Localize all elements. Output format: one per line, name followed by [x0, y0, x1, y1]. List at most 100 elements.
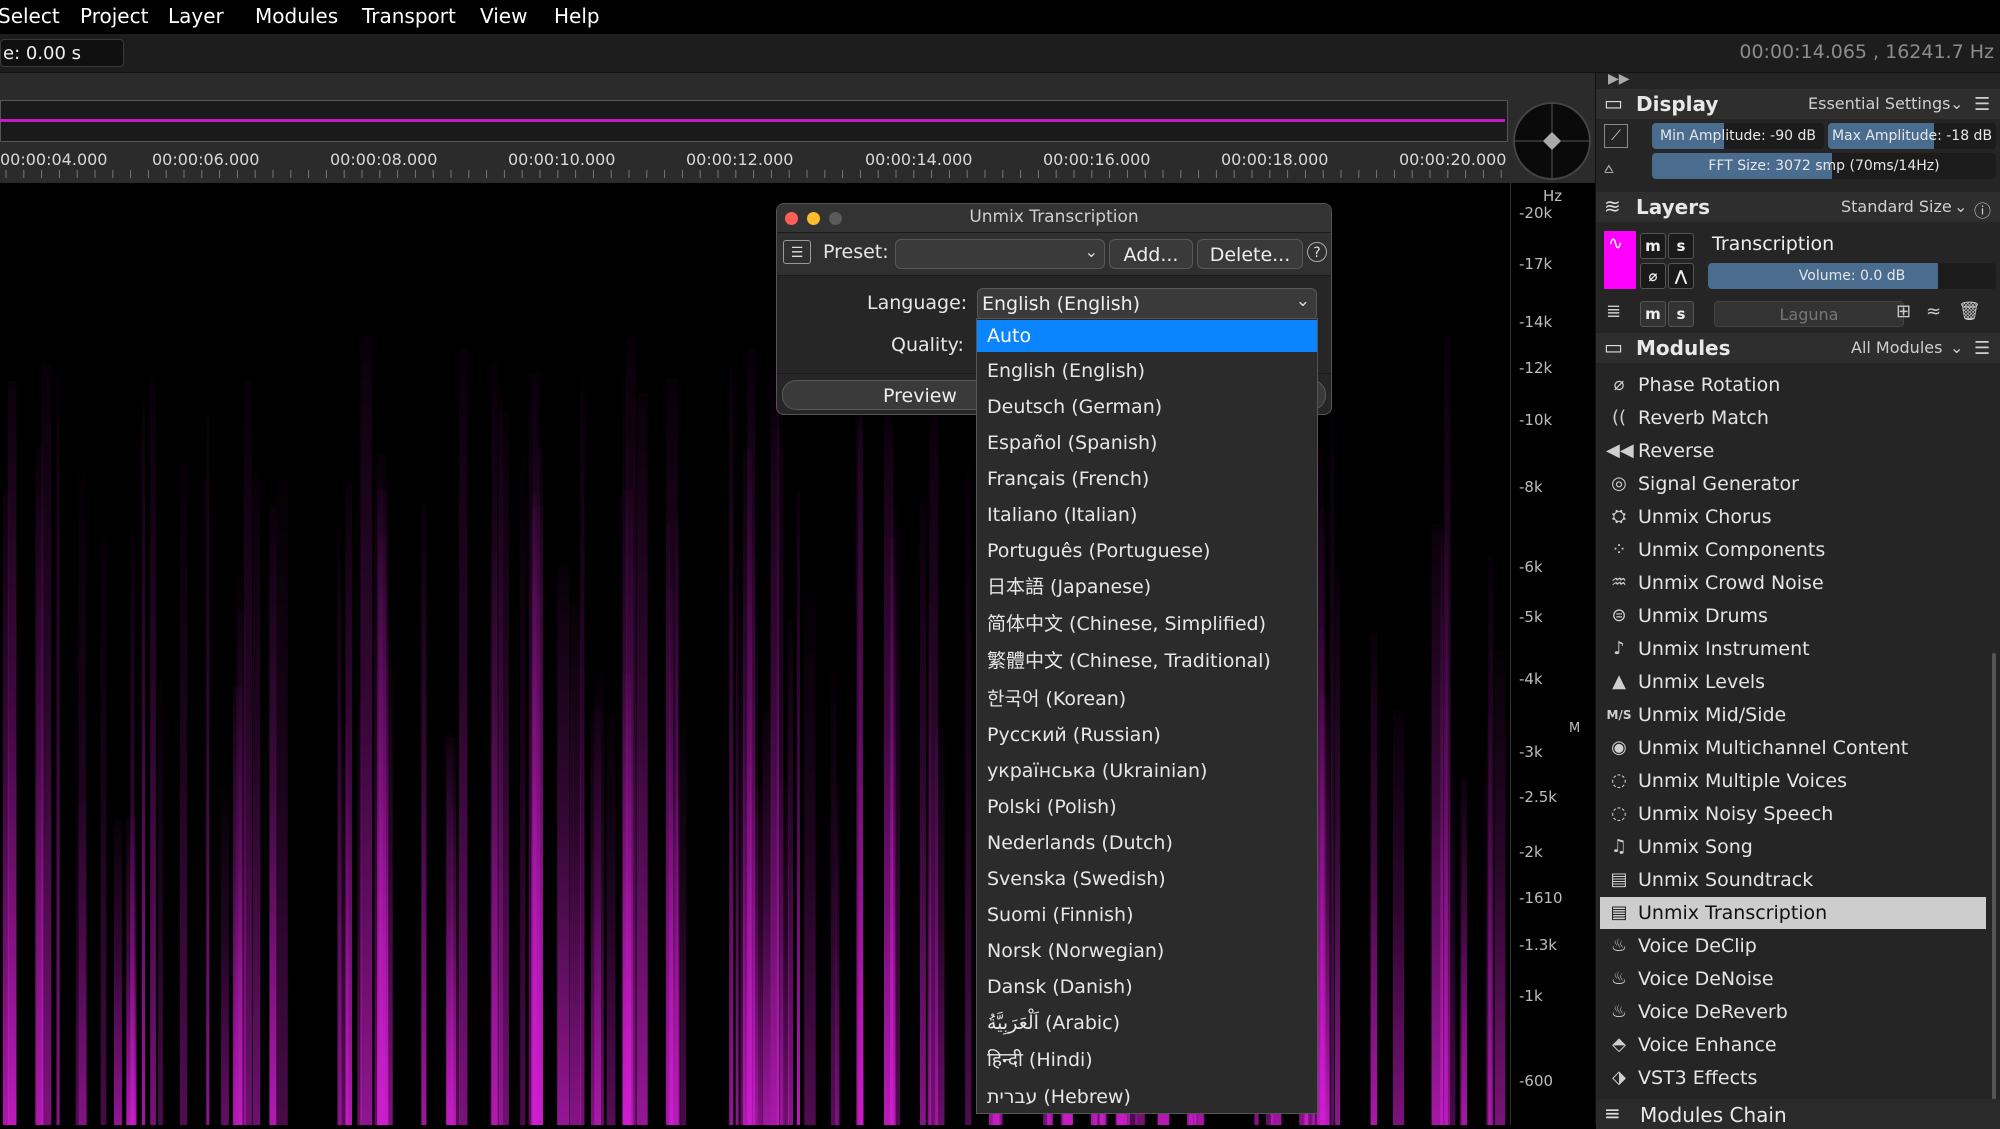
module-unmix-instrument[interactable]: ♪ Unmix Instrument — [1600, 633, 1986, 665]
layer-size-select[interactable]: Standard Size — [1841, 197, 1952, 216]
master-mute-button[interactable]: m — [1640, 301, 1666, 327]
layer-stack-icon[interactable]: ≣ — [1606, 301, 1621, 322]
module-voice-enhance[interactable]: ⬘ Voice Enhance — [1600, 1029, 1986, 1061]
trash-icon[interactable]: 🗑 — [1958, 301, 1981, 322]
laguna-select[interactable]: Laguna — [1714, 301, 1904, 327]
language-option[interactable]: English (English) — [977, 355, 1317, 387]
help-icon[interactable]: ⓘ — [1974, 197, 1991, 222]
freq-label: -1k — [1519, 987, 1543, 1005]
language-value: English (English) — [982, 293, 1141, 315]
language-option[interactable]: Italiano (Italian) — [977, 499, 1317, 531]
monitor-icon: ▭ — [1604, 91, 1623, 115]
display-preset-select[interactable]: Essential Settings — [1808, 94, 1950, 113]
language-option[interactable]: 繁體中文 (Chinese, Traditional) — [977, 645, 1317, 677]
freq-marker: M — [1569, 721, 1581, 736]
delete-preset-button[interactable]: Delete... — [1197, 239, 1303, 269]
module-unmix-components[interactable]: ⁘ Unmix Components — [1600, 534, 1986, 566]
module-reverse[interactable]: ◀◀ Reverse — [1600, 435, 1986, 467]
language-option[interactable]: Dansk (Danish) — [977, 971, 1317, 1003]
language-option[interactable]: עברית (Hebrew) — [977, 1081, 1317, 1113]
module-unmix-noisy-speech[interactable]: ◌ Unmix Noisy Speech — [1600, 798, 1986, 830]
modules-scrollbar[interactable] — [1992, 653, 1996, 1103]
time-ruler[interactable]: 00:00:04.000 00:00:06.000 00:00:08.000 0… — [0, 140, 1510, 183]
envelope-icon[interactable]: ⋀ — [1668, 263, 1694, 289]
list-menu-icon[interactable]: ☰ — [1974, 338, 1990, 359]
language-option[interactable]: українська (Ukrainian) — [977, 755, 1317, 787]
module-unmix-transcription[interactable]: ▤ Unmix Transcription — [1600, 897, 1986, 929]
module-label: Unmix Drums — [1638, 605, 1768, 627]
language-option[interactable]: Norsk (Norwegian) — [977, 935, 1317, 967]
module-signal-generator[interactable]: ◎ Signal Generator — [1600, 468, 1986, 500]
module-voice-denoise[interactable]: ♨ Voice DeNoise — [1600, 963, 1986, 995]
modules-filter-select[interactable]: All Modules — [1851, 338, 1942, 357]
min-amplitude-slider[interactable]: Min Amplitude: -90 dB — [1652, 123, 1824, 149]
layer-solo-button[interactable]: s — [1668, 233, 1694, 259]
help-icon[interactable]: ? — [1307, 242, 1327, 262]
dialog-titlebar[interactable]: Unmix Transcription — [777, 204, 1331, 233]
menu-modules[interactable]: Modules — [255, 4, 338, 28]
modules-section-header[interactable]: ▭ Modules All Modules ⌄ ☰ — [1596, 333, 2000, 363]
language-option[interactable]: 日本語 (Japanese) — [977, 571, 1317, 603]
menu-help[interactable]: Help — [554, 4, 600, 28]
language-option[interactable]: 简体中文 (Chinese, Simplified) — [977, 608, 1317, 640]
fft-size-slider[interactable]: FFT Size: 3072 smp (70ms/14Hz) — [1652, 153, 1996, 179]
menu-transport[interactable]: Transport — [362, 4, 456, 28]
language-option[interactable]: Español (Spanish) — [977, 427, 1317, 459]
language-option[interactable]: اَلْعَرَبِيَّةُ (Arabic) — [977, 1007, 1317, 1039]
language-option[interactable]: Auto — [977, 320, 1317, 352]
language-option[interactable]: हिन्दी (Hindi) — [977, 1044, 1317, 1076]
spectrogram-streak — [532, 373, 537, 1125]
language-option[interactable]: Français (French) — [977, 463, 1317, 495]
module-unmix-chorus[interactable]: ⛭ Unmix Chorus — [1600, 501, 1986, 533]
module-unmix-song[interactable]: ♫ Unmix Song — [1600, 831, 1986, 863]
module-phase-rotation[interactable]: ⌀ Phase Rotation — [1600, 369, 1986, 401]
list-menu-icon[interactable]: ☰ — [1974, 94, 1990, 115]
layer-color-swatch[interactable]: ∿ — [1604, 231, 1636, 289]
spectrogram-streak — [665, 522, 670, 1125]
add-preset-button[interactable]: Add... — [1109, 239, 1193, 269]
menu-layer[interactable]: Layer — [168, 4, 224, 28]
language-option[interactable]: Português (Portuguese) — [977, 535, 1317, 567]
module-unmix-soundtrack[interactable]: ▤ Unmix Soundtrack — [1600, 864, 1986, 896]
spectrogram-streak — [7, 380, 17, 1125]
language-option[interactable]: Русский (Russian) — [977, 719, 1317, 751]
menu-select[interactable]: Select — [0, 4, 60, 28]
module-unmix-mid-side[interactable]: M/S Unmix Mid/Side — [1600, 699, 1986, 731]
module-label: Unmix Multichannel Content — [1638, 737, 1909, 759]
panel-expand-icon[interactable]: ▶▶ — [1608, 71, 1630, 87]
spectrogram-streak — [252, 470, 261, 1125]
language-option[interactable]: Suomi (Finnish) — [977, 899, 1317, 931]
layers-section-header[interactable]: ≋ Layers Standard Size ⌄ ⓘ — [1596, 192, 2000, 222]
waveform-add-icon[interactable]: ≈ — [1926, 301, 1941, 322]
language-select[interactable]: English (English) ⌄ — [977, 288, 1317, 320]
master-solo-button[interactable]: s — [1668, 301, 1694, 327]
language-option[interactable]: Nederlands (Dutch) — [977, 827, 1317, 859]
module-unmix-drums[interactable]: ⊜ Unmix Drums — [1600, 600, 1986, 632]
module-reverb-match[interactable]: ((Reverb Match — [1600, 402, 1986, 434]
layer-name[interactable]: Transcription — [1712, 233, 1834, 255]
module-voice-declip[interactable]: ♨ Voice DeClip — [1600, 930, 1986, 962]
language-option[interactable]: Deutsch (German) — [977, 391, 1317, 423]
module-unmix-multichannel[interactable]: ◉ Unmix Multichannel Content — [1600, 732, 1986, 764]
module-unmix-crowd-noise[interactable]: ♒ Unmix Crowd Noise — [1600, 567, 1986, 599]
language-option[interactable]: 한국어 (Korean) — [977, 683, 1317, 715]
preset-select[interactable]: ⌄ — [895, 239, 1105, 269]
module-vst3-effects[interactable]: ⬗ VST3 Effects — [1600, 1062, 1986, 1094]
menu-project[interactable]: Project — [80, 4, 148, 28]
spectrogram-streak — [680, 695, 687, 1125]
layer-mute-button[interactable]: m — [1640, 233, 1666, 259]
module-unmix-multiple-voices[interactable]: ◌ Unmix Multiple Voices — [1600, 765, 1986, 797]
spectrogram-streak — [1440, 534, 1448, 1125]
add-layer-icon[interactable]: ⊞ — [1896, 301, 1911, 322]
menu-view[interactable]: View — [480, 4, 527, 28]
max-amplitude-slider[interactable]: Max Amplitude: -18 dB — [1828, 123, 1996, 149]
module-unmix-levels[interactable]: ▲ Unmix Levels — [1600, 666, 1986, 698]
layer-volume-slider[interactable]: Volume: 0.0 dB — [1708, 263, 1996, 289]
navigation-wheel[interactable] — [1513, 102, 1591, 180]
module-voice-dereverb[interactable]: ♨ Voice DeReverb — [1600, 996, 1986, 1028]
phase-invert-icon[interactable]: ⌀ — [1640, 263, 1666, 289]
selection-length-field[interactable]: e: 0.00 s — [0, 39, 124, 67]
language-option[interactable]: Svenska (Swedish) — [977, 863, 1317, 895]
language-option[interactable]: Polski (Polish) — [977, 791, 1317, 823]
display-section-header[interactable]: ▭ Display Essential Settings ⌄ ☰ — [1596, 89, 2000, 119]
